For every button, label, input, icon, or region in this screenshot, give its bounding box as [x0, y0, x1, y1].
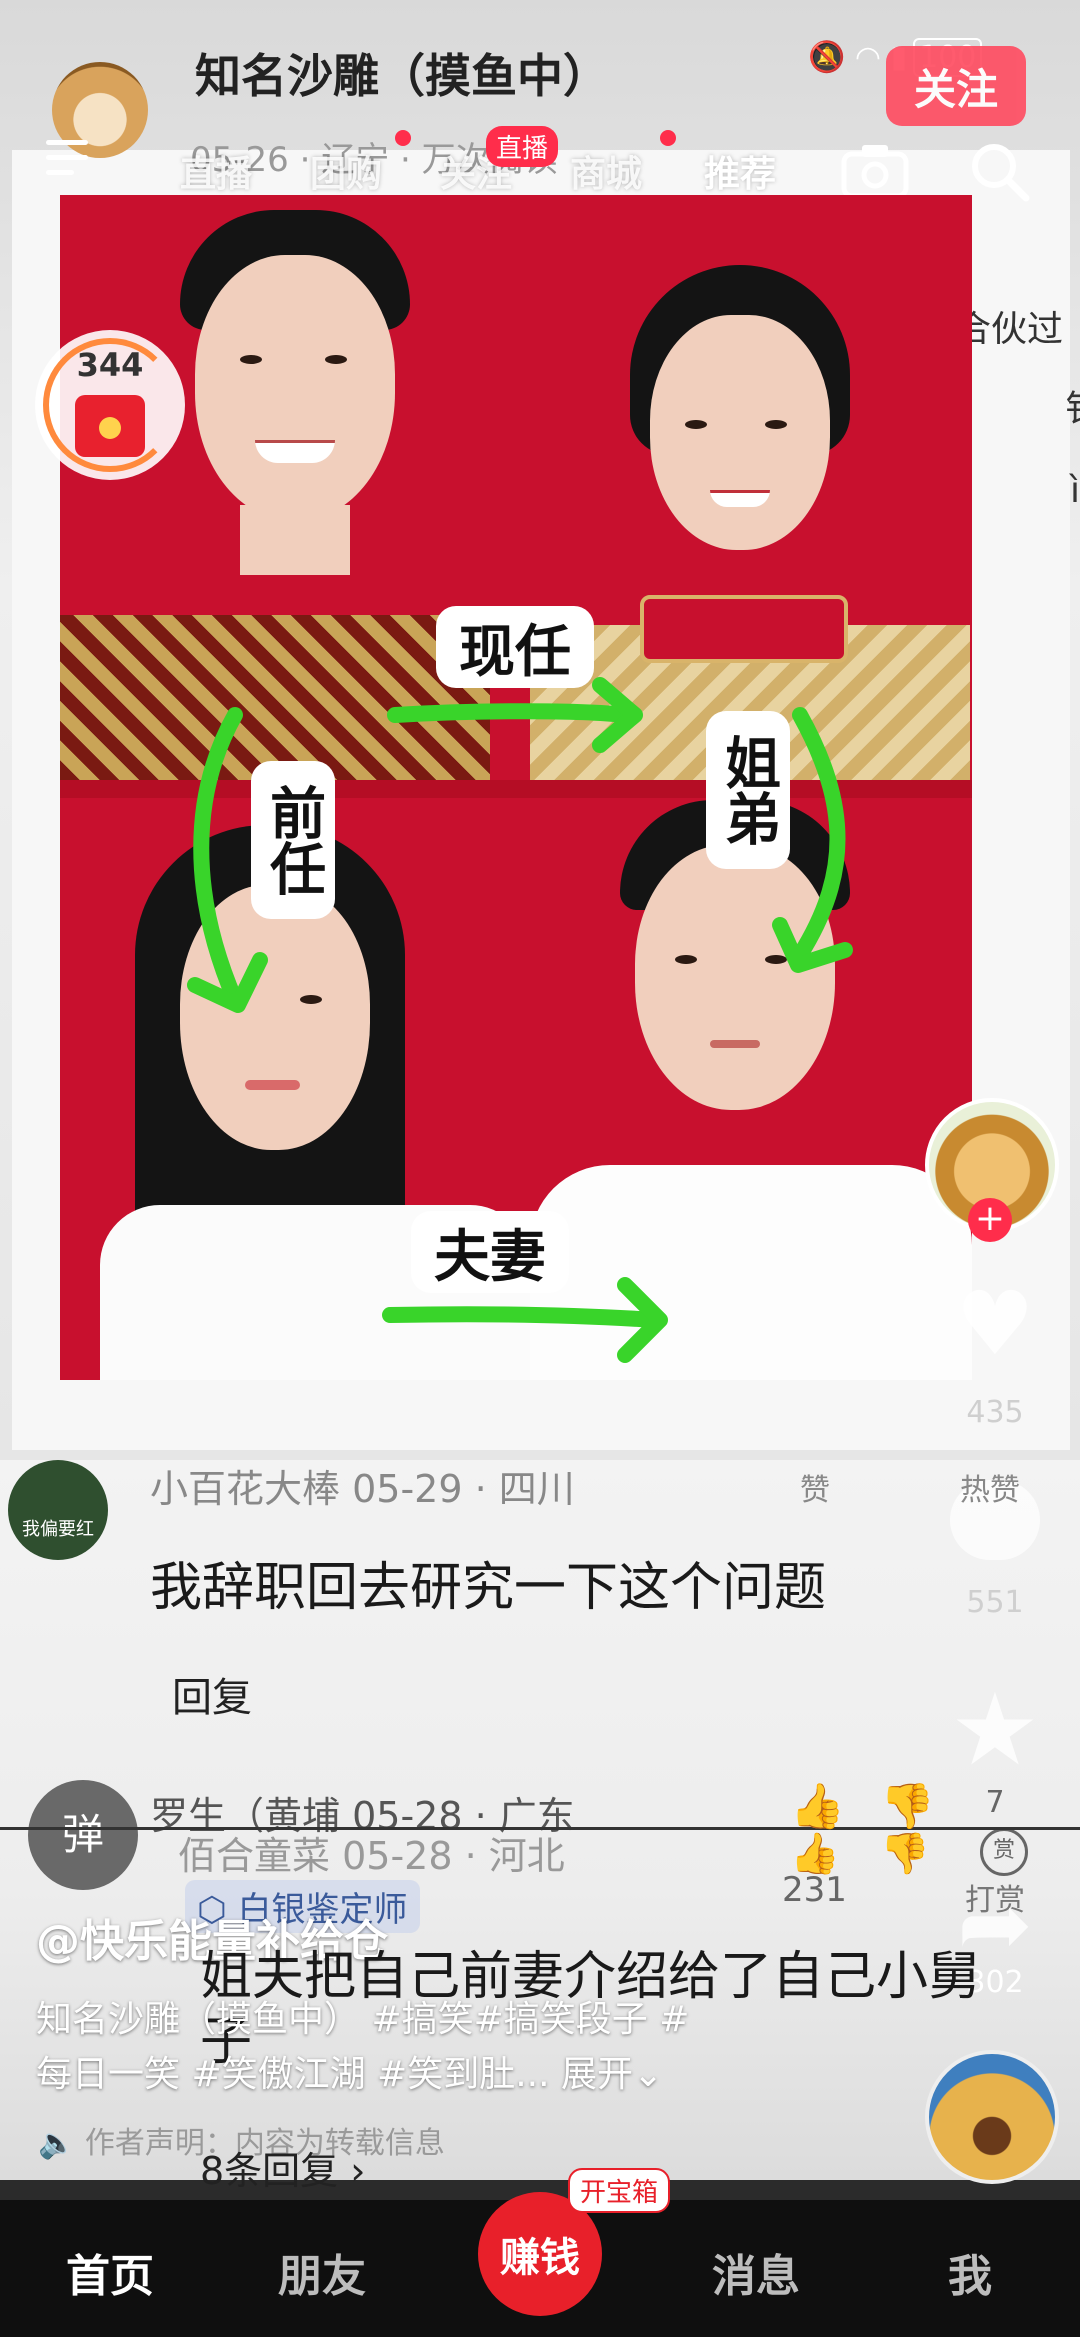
description-line-1: 知名沙雕（摸鱼中） #搞笑#搞笑段子 # — [36, 1999, 690, 2040]
chevron-down-icon: ⌄ — [633, 2054, 664, 2095]
nav-friends[interactable]: 朋友 — [252, 2240, 392, 2304]
like-count: 435 — [966, 1395, 1024, 1430]
treasure-badge[interactable]: 开宝箱 — [568, 2168, 671, 2213]
comment-like-label[interactable]: 赞 — [800, 1465, 830, 1509]
red-packet-widget[interactable]: 344 — [35, 330, 185, 480]
tab-mall[interactable]: 商城 — [570, 145, 642, 197]
label-ex: 前任 — [255, 765, 331, 915]
follow-plus-icon[interactable]: + — [968, 1198, 1012, 1242]
tab-groupbuy[interactable]: 团购 — [310, 145, 382, 197]
label-siblings: 姐弟 — [710, 715, 786, 865]
thumb-up-icon[interactable]: 👍 — [790, 1780, 845, 1832]
nav-home[interactable]: 首页 — [40, 2240, 180, 2304]
description-line-2-text: 每日一笑 #笑傲江湖 #笑到肚... — [36, 2054, 550, 2095]
red-packet-icon — [75, 395, 145, 457]
commenter-name-3[interactable]: 佰合童菜 05-28 · 河北 — [178, 1825, 565, 1880]
live-badge: 直播 — [486, 126, 559, 167]
label-couple: 夫妻 — [415, 1215, 565, 1290]
commenter-name[interactable]: 小百花大棒 05-29 · 四川 — [150, 1458, 575, 1513]
thumb-down-icon[interactable]: 👎 — [880, 1780, 935, 1832]
nav-messages[interactable]: 消息 — [686, 2240, 826, 2304]
nav-me[interactable]: 我 — [900, 2240, 1040, 2304]
relationship-arrows — [187, 677, 853, 1363]
comment-hot-label: 热赞 — [960, 1473, 1020, 1508]
follow-button[interactable]: 关注 — [886, 46, 1026, 126]
reply-button[interactable]: 回复 — [172, 1665, 252, 1723]
thumb-down-icon-2[interactable]: 👎 — [880, 1830, 930, 1877]
author-name[interactable]: 知名沙雕（摸鱼中） — [195, 40, 609, 106]
menu-icon[interactable] — [46, 140, 88, 175]
comment-text: 我辞职回去研究一下这个问题 — [150, 1558, 827, 1618]
comment-like-count: 231 — [782, 1870, 847, 1910]
search-icon[interactable] — [968, 140, 1032, 208]
view-replies-text: 8条回复 — [200, 2149, 339, 2193]
view-replies-link[interactable]: 8条回复 › — [200, 2140, 365, 2195]
favorite-star-icon[interactable]: ★ — [945, 1680, 1045, 1780]
side-text-3: ì — [1070, 470, 1080, 511]
comment-meta: 05-29 · 四川 — [352, 1467, 575, 1511]
post-image[interactable]: 现任 前任 姐弟 夫妻 — [60, 195, 972, 1380]
description-line-2: 每日一笑 #笑傲江湖 #笑到肚... 展开⌄ — [36, 2045, 663, 2097]
commenter-name-3-text: 佰合童菜 — [178, 1834, 331, 1878]
label-current: 现任 — [440, 610, 590, 685]
tab-dot — [395, 130, 411, 146]
red-packet-count: 344 — [76, 346, 144, 384]
commenter-avatar[interactable]: 我偏要红 — [8, 1460, 108, 1560]
tab-dot-2 — [660, 130, 676, 146]
comment-count: 551 — [966, 1585, 1024, 1620]
star-count: 7 — [985, 1785, 1005, 1820]
like-heart-icon[interactable]: ♥ — [945, 1280, 1045, 1368]
tip-icon[interactable]: 赏 — [980, 1828, 1028, 1876]
tab-recommend[interactable]: 推荐 — [704, 145, 776, 197]
side-text-2: 钅 — [1065, 380, 1080, 432]
commenter-avatar-tag: 我偏要红 — [22, 1519, 94, 1540]
expand-button[interactable]: 展开 — [561, 2054, 633, 2095]
tab-live[interactable]: 直播 — [180, 145, 252, 197]
commenter-name-text: 小百花大棒 — [150, 1467, 341, 1511]
comment-meta-3: 05-28 · 河北 — [342, 1834, 565, 1878]
danmu-toggle[interactable]: 弹 — [28, 1780, 138, 1890]
